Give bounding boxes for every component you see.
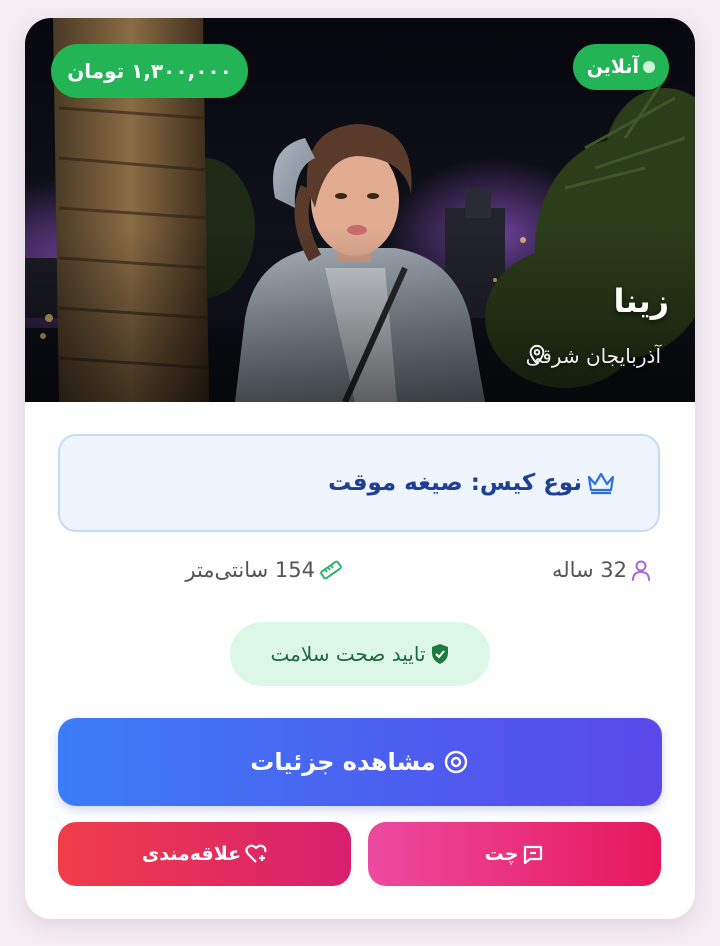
profile-photo[interactable]: ۱,۳۰۰,۰۰۰ تومان آنلاین زینا آذربایجان شر… — [25, 18, 695, 402]
case-type-text: نوع کیس: صیغه موقت — [328, 470, 582, 496]
profile-name: زینا — [613, 282, 669, 320]
age-stat: 32 ساله — [552, 558, 651, 582]
eye-icon — [442, 750, 470, 774]
chat-icon — [522, 844, 544, 864]
crown-icon — [586, 470, 616, 496]
interest-button[interactable]: علاقه‌مندی — [58, 822, 351, 886]
price-text: ۱,۳۰۰,۰۰۰ تومان — [67, 59, 232, 83]
age-text: 32 ساله — [551, 558, 627, 582]
shield-check-icon — [430, 643, 450, 665]
profile-card[interactable]: ۱,۳۰۰,۰۰۰ تومان آنلاین زینا آذربایجان شر… — [25, 18, 695, 919]
height-text: 154 سانتی‌متر — [185, 558, 315, 582]
user-icon — [631, 559, 651, 581]
ruler-icon — [319, 559, 343, 581]
view-details-button[interactable]: مشاهده جزئیات — [58, 718, 662, 806]
height-stat: 154 سانتی‌متر — [185, 558, 343, 582]
price-badge: ۱,۳۰۰,۰۰۰ تومان — [51, 44, 248, 98]
chat-button[interactable]: چت — [368, 822, 661, 886]
profile-location: آذربایجان شرقی — [526, 344, 665, 368]
online-status-badge: آنلاین — [572, 44, 669, 90]
chat-label: چت — [484, 843, 519, 865]
status-dot-icon — [643, 61, 655, 73]
heart-plus-icon — [245, 844, 267, 864]
health-verified-badge: تایید صحت سلامت — [230, 622, 490, 686]
view-details-label: مشاهده جزئیات — [250, 748, 436, 776]
health-text: تایید صحت سلامت — [270, 642, 426, 666]
case-type-box: نوع کیس: صیغه موقت — [58, 434, 660, 532]
online-status-text: آنلاین — [586, 56, 639, 78]
profile-stats: 32 ساله 154 سانتی‌متر — [25, 558, 695, 590]
interest-label: علاقه‌مندی — [141, 843, 242, 865]
